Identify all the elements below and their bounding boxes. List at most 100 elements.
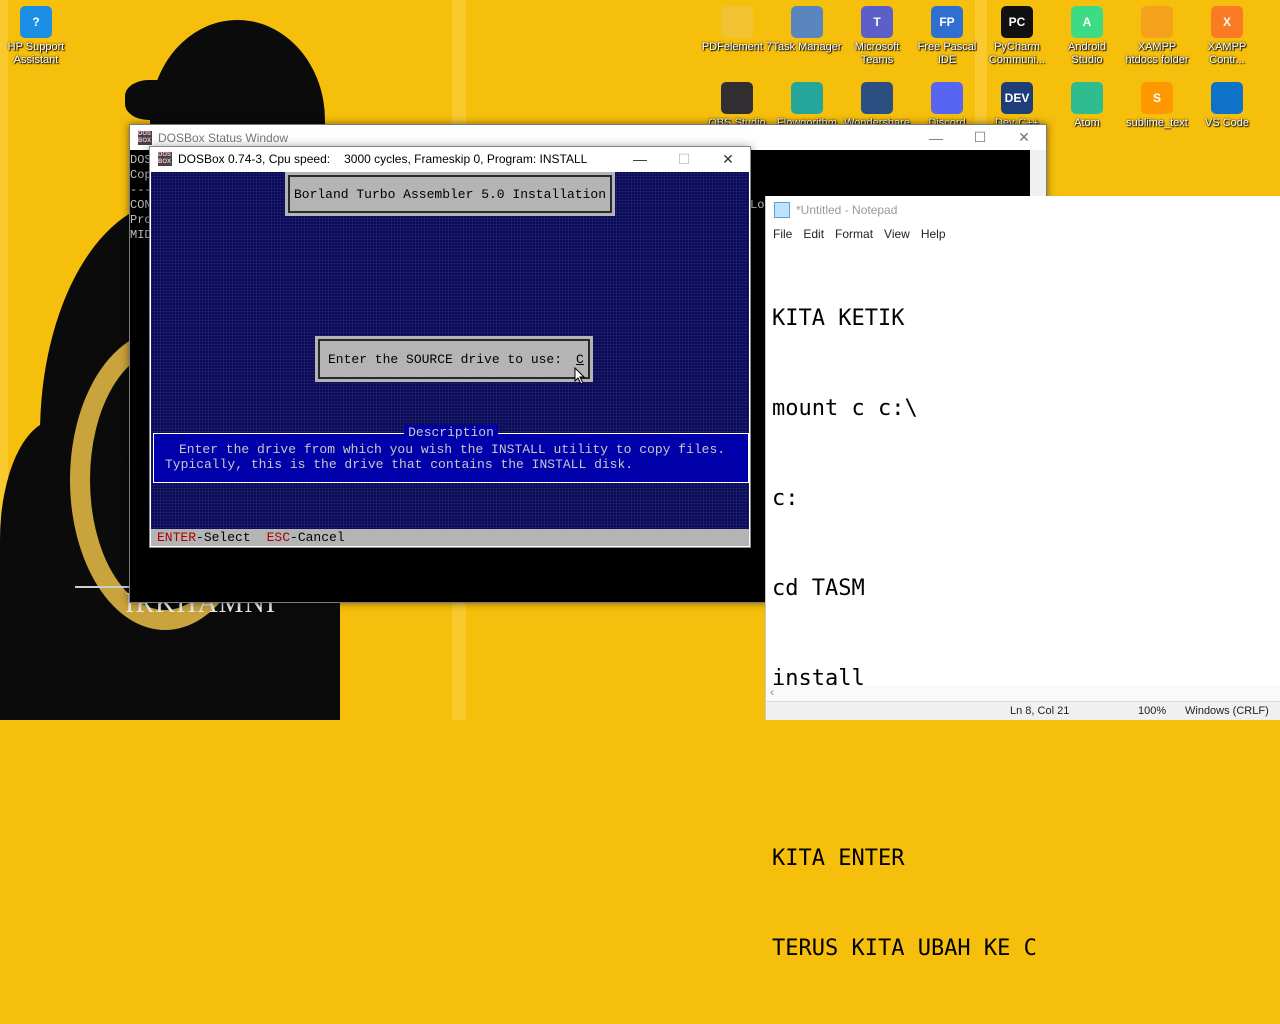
desktop-shortcut[interactable]: ? HP Support Assistant <box>0 6 72 67</box>
notepad-window[interactable]: *Untitled - Notepad File Edit Format Vie… <box>765 196 1280 961</box>
description-panel: Description Enter the drive from which y… <box>153 425 749 483</box>
enter-action-label: -Select <box>196 530 251 545</box>
desktop-shortcut[interactable]: T Microsoft Teams <box>841 6 913 67</box>
notepad-titlebar[interactable]: *Untitled - Notepad <box>766 196 1280 224</box>
free-pascal-icon: FP <box>931 6 963 38</box>
text-line: cd TASM <box>772 576 865 601</box>
status-window-title: DOSBox Status Window <box>158 130 289 145</box>
enter-key-label[interactable]: ENTER <box>157 530 196 545</box>
description-line: Enter the drive from which you wish the … <box>179 442 726 457</box>
dos-screen[interactable]: Borland Turbo Assembler 5.0 Installation… <box>151 172 749 546</box>
maximize-icon[interactable]: ☐ <box>958 125 1002 150</box>
desktop-shortcut[interactable]: Wondershare <box>841 82 913 130</box>
atom-icon <box>1071 82 1103 114</box>
desktop-shortcut[interactable]: VS Code <box>1191 82 1263 130</box>
watermark-line <box>75 586 130 588</box>
install-header: Borland Turbo Assembler 5.0 Installation <box>293 186 607 202</box>
close-icon[interactable]: ✕ <box>1002 125 1046 150</box>
notepad-icon <box>774 202 790 218</box>
menu-edit[interactable]: Edit <box>803 227 824 241</box>
desktop-shortcut-label: PyCharm Communi... <box>988 41 1046 66</box>
mouse-cursor-icon <box>574 367 586 385</box>
hp-support-icon: ? <box>20 6 52 38</box>
text-line: KITA ENTER <box>772 846 905 871</box>
text-line: mount c c:\ <box>772 396 918 421</box>
android-studio-icon: A <box>1071 6 1103 38</box>
wondershare-icon <box>861 82 893 114</box>
source-drive-input[interactable]: C <box>576 352 584 367</box>
source-drive-dialog[interactable]: Enter the SOURCE drive to use: C <box>315 336 593 382</box>
description-title: Description <box>404 425 498 440</box>
notepad-title: *Untitled - Notepad <box>796 203 898 217</box>
notepad-status-bar: Ln 8, Col 21 100% Windows (CRLF) <box>766 701 1280 720</box>
zoom-level: 100% <box>1138 705 1167 717</box>
desktop-shortcut[interactable]: A Android Studio <box>1051 6 1123 67</box>
vscode-icon <box>1211 82 1243 114</box>
desktop-shortcut-label: Atom <box>1074 117 1100 129</box>
desktop-shortcut-label: XAMPP Contr... <box>1207 41 1247 66</box>
dosbox-window[interactable]: DOS BOX DOSBox 0.74-3, Cpu speed: 3000 c… <box>149 146 751 548</box>
dosbox-title-app: DOSBox 0.74-3, Cpu speed: <box>178 152 331 166</box>
desktop-shortcut-label: XAMPP htdocs folder <box>1125 41 1189 66</box>
minimize-icon[interactable]: — <box>618 147 662 171</box>
esc-action-label: -Cancel <box>290 530 345 545</box>
desktop-shortcut[interactable]: X XAMPP Contr... <box>1191 6 1263 67</box>
desktop-shortcut-label: Microsoft Teams <box>854 41 900 66</box>
minimize-icon[interactable]: — <box>914 125 958 150</box>
install-header-box: Borland Turbo Assembler 5.0 Installation <box>285 172 615 216</box>
desktop-shortcut-label: Task Manager <box>772 41 842 53</box>
desktop-shortcut[interactable]: DEV Dev-C++ <box>981 82 1053 130</box>
discord-icon <box>931 82 963 114</box>
horizontal-scrollbar[interactable]: ‹ <box>766 685 1280 701</box>
desktop-shortcut-label: Android Studio <box>1068 41 1106 66</box>
desktop-shortcut[interactable]: Flowgorithm <box>771 82 843 130</box>
desktop-shortcut-label: HP Support Assistant <box>7 41 65 66</box>
line-ending: Windows (CRLF) <box>1185 705 1269 717</box>
notepad-text-area[interactable]: KITA KETIK mount c c:\ c: cd TASM instal… <box>772 244 1037 1024</box>
desktop-shortcut[interactable]: Discord <box>911 82 983 130</box>
esc-key-label[interactable]: ESC <box>267 530 290 545</box>
menu-view[interactable]: View <box>884 227 910 241</box>
source-drive-prompt: Enter the SOURCE drive to use: <box>328 351 563 367</box>
teams-icon: T <box>861 6 893 38</box>
desktop-shortcut[interactable]: PC PyCharm Communi... <box>981 6 1053 67</box>
text-line: KITA KETIK <box>772 306 905 331</box>
text-line: c: <box>772 486 799 511</box>
dosbox-logo-icon: DOS BOX <box>138 130 152 145</box>
desktop-shortcut-label: Free Pascal IDE <box>917 41 977 66</box>
text-line <box>772 754 1037 784</box>
maximize-icon[interactable]: ☐ <box>662 147 706 171</box>
desktop-shortcut[interactable]: Ssublime_text <box>1121 82 1193 130</box>
desktop-shortcut[interactable]: PDFelement 7 <box>701 6 773 54</box>
dev-cpp-icon: DEV <box>1001 82 1033 114</box>
menu-file[interactable]: File <box>773 227 792 241</box>
dosbox-title-info: 3000 cycles, Frameskip 0, Program: INSTA… <box>344 152 588 166</box>
desktop-shortcut[interactable]: Atom <box>1051 82 1123 130</box>
desktop-shortcut-label: PDFelement 7 <box>701 41 773 53</box>
xampp-htdocs-icon <box>1141 6 1173 38</box>
desktop-shortcut[interactable]: Task Manager <box>771 6 843 54</box>
xampp-control-icon: X <box>1211 6 1243 38</box>
close-icon[interactable]: ✕ <box>706 147 750 171</box>
sublime-icon: S <box>1141 82 1173 114</box>
menu-help[interactable]: Help <box>921 227 946 241</box>
pdfelement-icon <box>721 6 753 38</box>
pycharm-icon: PC <box>1001 6 1033 38</box>
desktop-shortcut[interactable]: OBS Studio <box>701 82 773 130</box>
flowgorithm-icon <box>791 82 823 114</box>
obs-icon <box>721 82 753 114</box>
text-line: TERUS KITA UBAH KE C <box>772 936 1037 961</box>
desktop-shortcut-label: sublime_text <box>1126 117 1188 129</box>
dosbox-logo-icon: DOS BOX <box>158 152 172 166</box>
notepad-menubar: File Edit Format View Help <box>766 224 1280 244</box>
menu-format[interactable]: Format <box>835 227 873 241</box>
desktop-shortcut[interactable]: FP Free Pascal IDE <box>911 6 983 67</box>
cursor-position: Ln 8, Col 21 <box>1010 705 1070 717</box>
desktop-shortcut-label: VS Code <box>1204 117 1250 129</box>
task-manager-icon <box>791 6 823 38</box>
scroll-left-icon[interactable]: ‹ <box>770 685 774 699</box>
dos-status-bar: ENTER -Select ESC -Cancel <box>151 529 749 546</box>
desktop-shortcut[interactable]: XAMPP htdocs folder <box>1121 6 1193 67</box>
dosbox-titlebar[interactable]: DOS BOX DOSBox 0.74-3, Cpu speed: 3000 c… <box>150 147 750 171</box>
description-line: Typically, this is the drive that contai… <box>165 457 634 472</box>
